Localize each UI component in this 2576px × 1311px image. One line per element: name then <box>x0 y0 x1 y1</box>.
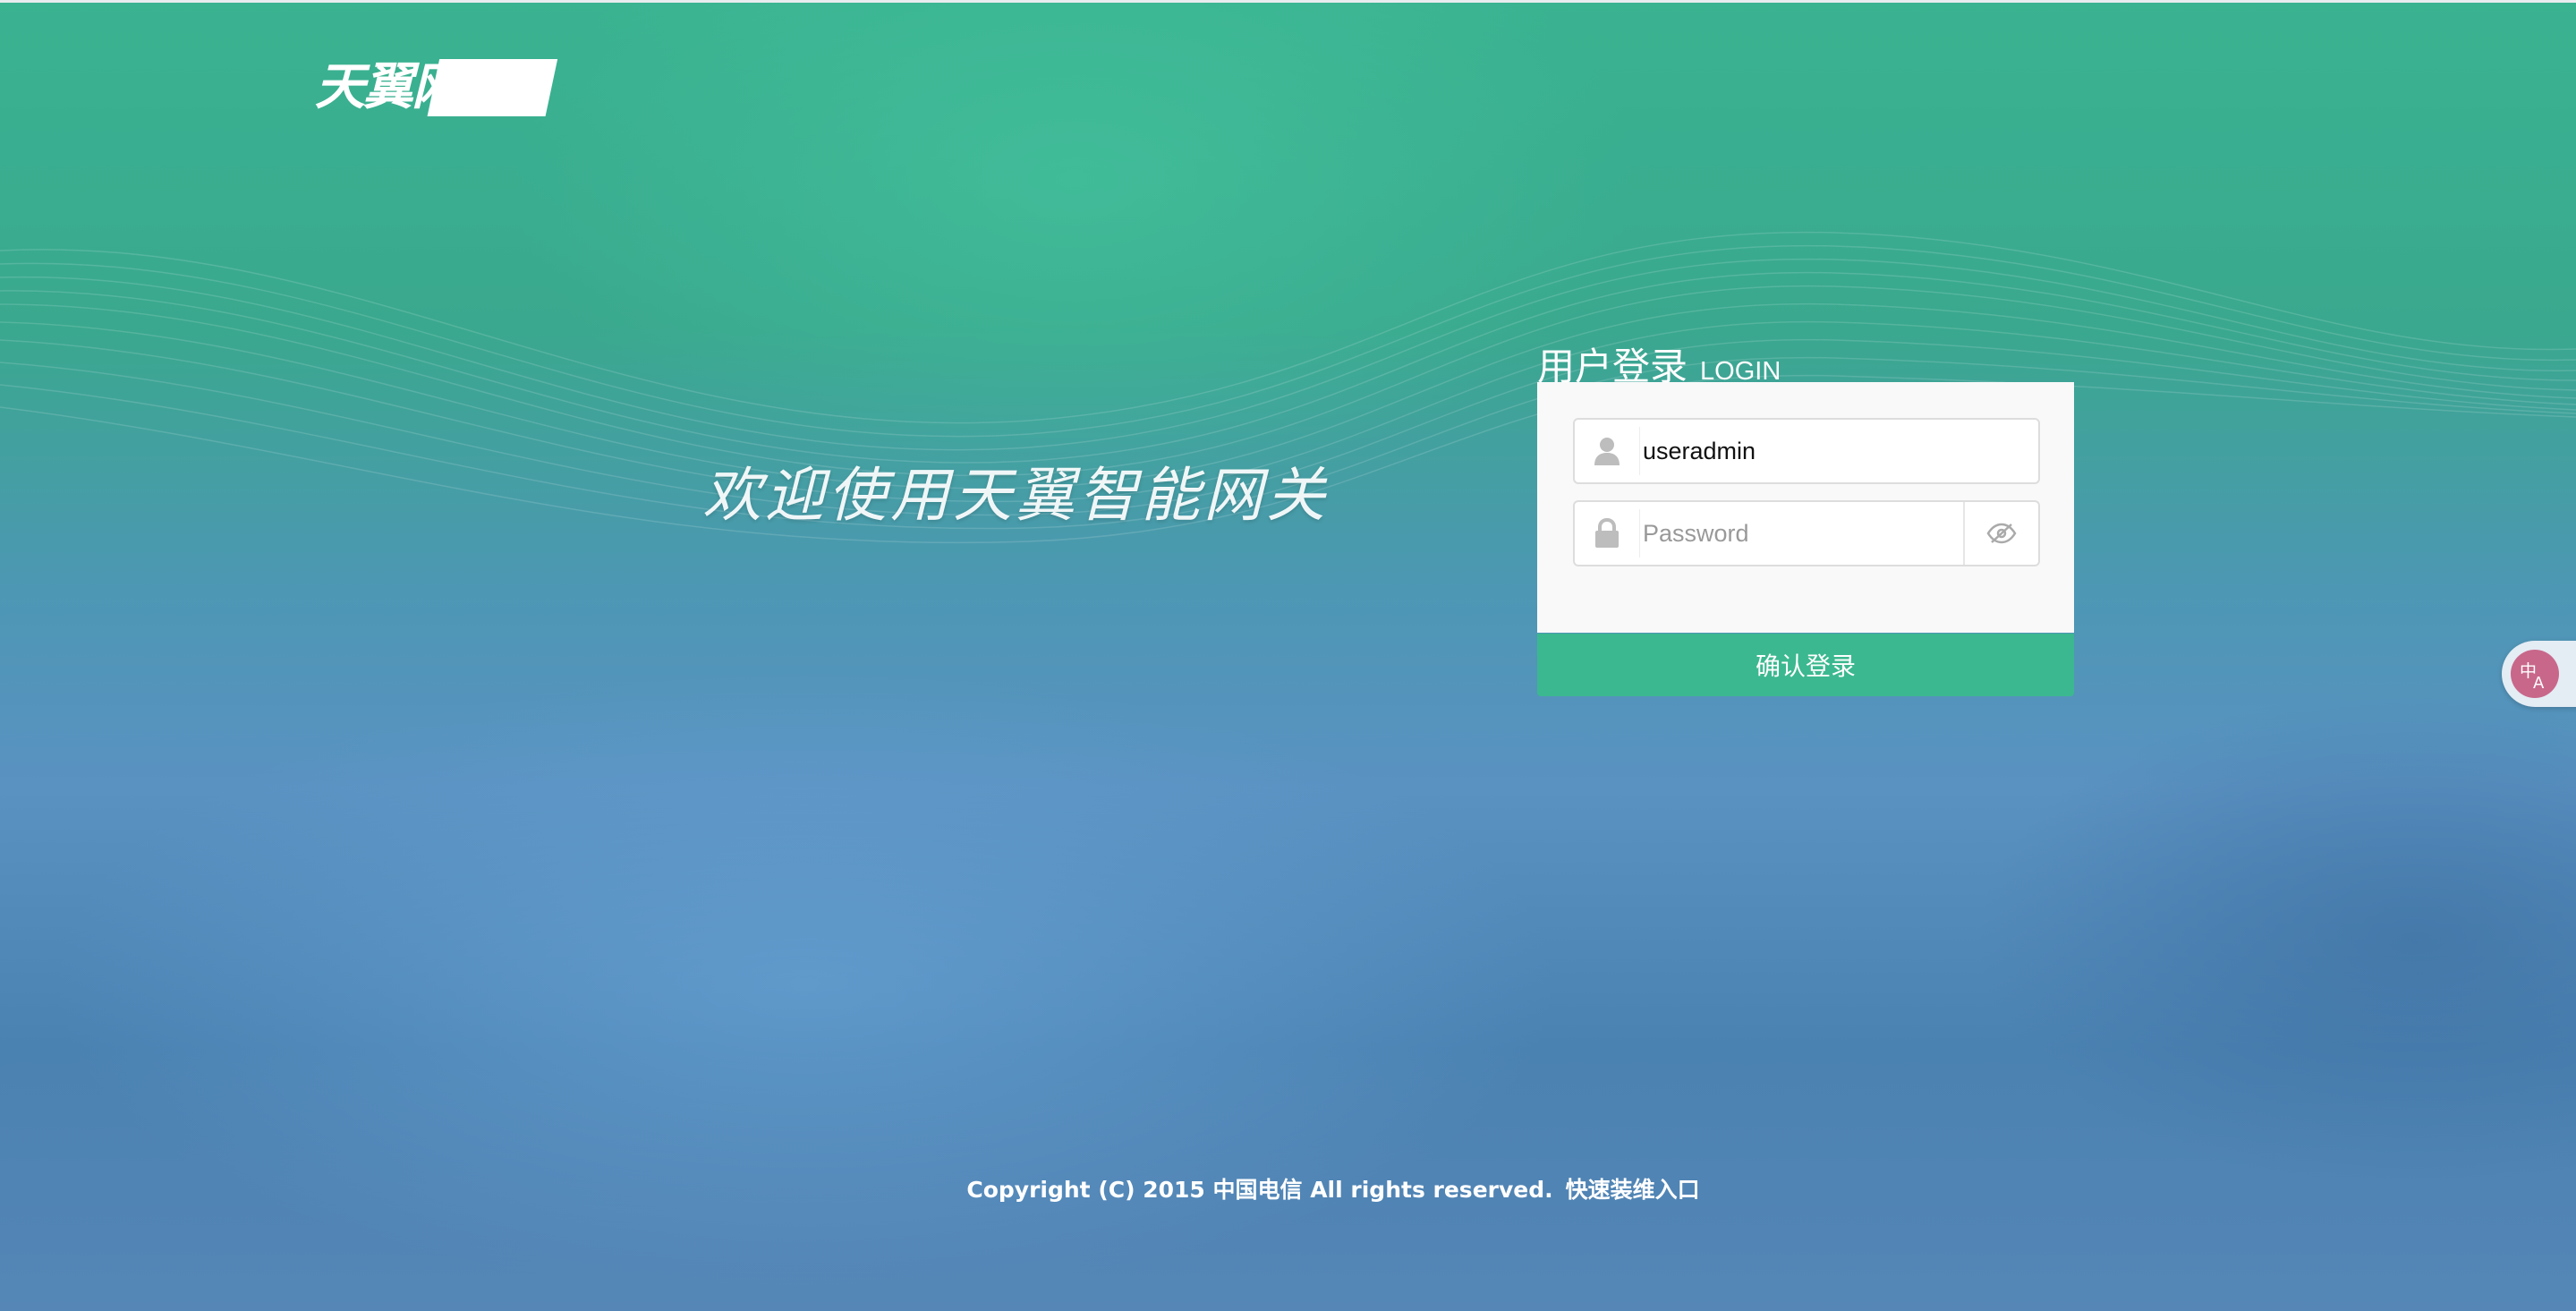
tianyi-gateway-logo: 天翼网关 <box>315 58 558 116</box>
toggle-password-visibility-button[interactable] <box>1963 502 2038 565</box>
background-waves <box>0 231 2576 544</box>
quick-install-link[interactable]: 快速装维入口 <box>1566 1177 1700 1203</box>
footer: Copyright (C) 2015 中国电信 All rights reser… <box>0 1172 2576 1205</box>
lock-icon <box>1575 502 1639 565</box>
svg-text:天翼网关: 天翼网关 <box>315 58 514 116</box>
password-input[interactable] <box>1643 502 1965 565</box>
username-separator <box>1639 427 1640 475</box>
user-icon <box>1575 420 1639 482</box>
top-edge <box>0 0 2576 3</box>
password-field <box>1573 500 2040 566</box>
login-page: 天翼网关 欢迎使用天翼智能网关 用户登录 LOGIN useradmin 确认登… <box>0 0 2576 1311</box>
svg-text:A: A <box>2533 674 2545 691</box>
login-form: 确认登录 <box>1537 382 2074 696</box>
username-input[interactable] <box>1643 420 2028 482</box>
translate-icon: 中 A <box>2511 650 2559 698</box>
eye-slash-icon <box>1986 523 2017 544</box>
welcome-text: 欢迎使用天翼智能网关 <box>702 461 1329 530</box>
login-submit-button[interactable]: 确认登录 <box>1537 634 2074 696</box>
username-field <box>1573 418 2040 484</box>
copyright-text: Copyright (C) 2015 中国电信 All rights reser… <box>966 1177 1553 1203</box>
password-separator <box>1639 509 1640 558</box>
translate-widget[interactable]: 中 A <box>2502 641 2576 707</box>
